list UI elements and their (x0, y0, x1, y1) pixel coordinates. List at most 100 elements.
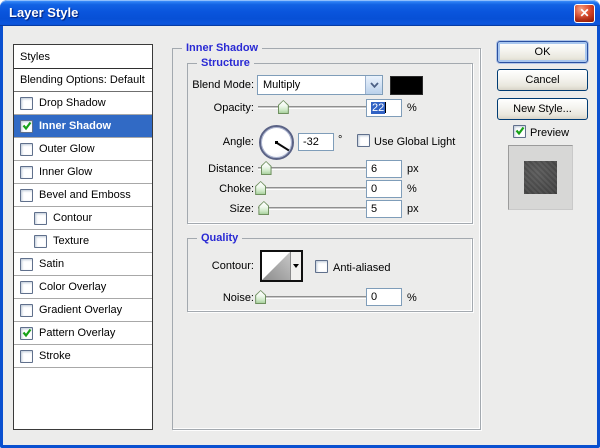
drop-shadow-checkbox[interactable] (20, 97, 33, 110)
texture-checkbox[interactable] (34, 235, 47, 248)
quality-group: Quality Contour: (187, 238, 473, 312)
sidebar-item-texture[interactable]: Texture (14, 230, 152, 253)
slider-thumb[interactable] (278, 100, 289, 114)
choke-slider (258, 180, 366, 196)
check-icon (21, 120, 33, 132)
opacity-slider (258, 99, 366, 115)
sidebar-item-bevel-and-emboss[interactable]: Bevel and Emboss (14, 184, 152, 207)
noise-unit: % (407, 291, 417, 306)
sidebar-item-label: Color Overlay (39, 281, 106, 293)
distance-value: 6 (371, 163, 377, 175)
distance-slider (258, 160, 366, 176)
new-style-button[interactable]: New Style... (497, 98, 588, 120)
sidebar-item-inner-glow[interactable]: Inner Glow (14, 161, 152, 184)
cancel-button[interactable]: Cancel (497, 69, 588, 91)
choke-input[interactable]: 0 (366, 180, 402, 198)
angle-unit: ° (338, 133, 342, 148)
slider-track[interactable] (258, 296, 366, 299)
slider-track[interactable] (258, 187, 366, 190)
slider-track[interactable] (258, 106, 366, 109)
slider-thumb[interactable] (261, 161, 272, 175)
close-button[interactable]: ✕ (574, 4, 595, 23)
outer-glow-checkbox[interactable] (20, 143, 33, 156)
gradient-overlay-checkbox[interactable] (20, 304, 33, 317)
sidebar-item-satin[interactable]: Satin (14, 253, 152, 276)
anti-aliased-checkbox[interactable] (315, 260, 328, 273)
contour-checkbox[interactable] (34, 212, 47, 225)
sidebar-header-styles: Styles (14, 45, 152, 69)
sidebar-item-label: Satin (39, 258, 64, 270)
triangle-down-icon (293, 264, 299, 271)
contour-thumbnail[interactable] (262, 252, 290, 280)
close-icon: ✕ (579, 6, 589, 20)
sidebar-item-gradient-overlay[interactable]: Gradient Overlay (14, 299, 152, 322)
check-icon (514, 125, 526, 137)
inner-glow-checkbox[interactable] (20, 166, 33, 179)
stroke-checkbox[interactable] (20, 350, 33, 363)
layer-style-dialog: Layer Style ✕ Styles Blending Options: D… (0, 0, 600, 448)
angle-value: -32 (303, 136, 319, 148)
use-global-light-label[interactable]: Use Global Light (374, 135, 455, 150)
sidebar-item-label: Pattern Overlay (39, 327, 115, 339)
slider-track[interactable] (258, 207, 366, 210)
slider-track[interactable] (258, 167, 366, 170)
opacity-value-selected: 22 (371, 102, 385, 114)
size-unit: px (407, 202, 419, 217)
structure-group-title: Structure (197, 56, 254, 71)
sidebar-item-outer-glow[interactable]: Outer Glow (14, 138, 152, 161)
text-caret (385, 102, 386, 113)
shadow-color-swatch[interactable] (390, 76, 423, 95)
angle-input[interactable]: -32 (298, 133, 334, 151)
size-input[interactable]: 5 (366, 200, 402, 218)
color-overlay-checkbox[interactable] (20, 281, 33, 294)
pattern-overlay-checkbox[interactable] (20, 327, 33, 340)
distance-input[interactable]: 6 (366, 160, 402, 178)
noise-slider (258, 289, 366, 305)
angle-center-dot (275, 141, 278, 144)
sidebar-item-blending-options[interactable]: Blending Options: Default (14, 69, 152, 92)
sidebar-item-label: Inner Glow (39, 166, 92, 178)
anti-aliased-label[interactable]: Anti-aliased (333, 261, 390, 276)
noise-label: Noise: (188, 291, 254, 306)
slider-thumb[interactable] (255, 290, 266, 304)
sidebar-item-label: Texture (53, 235, 89, 247)
preview-pattern-square (524, 161, 557, 194)
window-title: Layer Style (9, 5, 78, 20)
opacity-input[interactable]: 22 (366, 99, 402, 117)
angle-label: Angle: (188, 135, 254, 150)
titlebar: Layer Style ✕ (0, 0, 600, 26)
size-label: Size: (188, 202, 254, 217)
preview-label[interactable]: Preview (530, 126, 569, 141)
sidebar-item-drop-shadow[interactable]: Drop Shadow (14, 92, 152, 115)
sidebar-item-pattern-overlay[interactable]: Pattern Overlay (14, 322, 152, 345)
blend-mode-value: Multiply (258, 76, 365, 94)
angle-dial[interactable] (259, 125, 294, 160)
contour-label: Contour: (188, 259, 254, 274)
satin-checkbox[interactable] (20, 258, 33, 271)
sidebar-item-inner-shadow[interactable]: Inner Shadow (14, 115, 152, 138)
noise-input[interactable]: 0 (366, 288, 402, 306)
size-slider (258, 200, 366, 216)
sidebar-item-contour[interactable]: Contour (14, 207, 152, 230)
preview-checkbox[interactable] (513, 125, 526, 138)
sidebar-item-label: Inner Shadow (39, 120, 111, 132)
structure-group: Structure Blend Mode: Multiply Opacity: (187, 63, 473, 224)
inner-shadow-checkbox[interactable] (20, 120, 33, 133)
preview-thumbnail (508, 145, 573, 210)
sidebar-item-label: Stroke (39, 350, 71, 362)
sidebar-item-label: Bevel and Emboss (39, 189, 131, 201)
contour-picker[interactable] (260, 250, 303, 282)
sidebar-item-stroke[interactable]: Stroke (14, 345, 152, 368)
bevel-emboss-checkbox[interactable] (20, 189, 33, 202)
ok-button[interactable]: OK (497, 41, 588, 63)
contour-dropdown-button[interactable] (290, 252, 301, 280)
inner-shadow-panel: Inner Shadow Structure Blend Mode: Multi… (172, 48, 481, 430)
styles-sidebar: Styles Blending Options: Default Drop Sh… (13, 44, 153, 430)
use-global-light-checkbox[interactable] (357, 134, 370, 147)
slider-thumb[interactable] (258, 201, 269, 215)
sidebar-item-color-overlay[interactable]: Color Overlay (14, 276, 152, 299)
chevron-down-icon[interactable] (365, 76, 382, 94)
blend-mode-select[interactable]: Multiply (257, 75, 383, 95)
sidebar-item-label: Contour (53, 212, 92, 224)
slider-thumb[interactable] (255, 181, 266, 195)
